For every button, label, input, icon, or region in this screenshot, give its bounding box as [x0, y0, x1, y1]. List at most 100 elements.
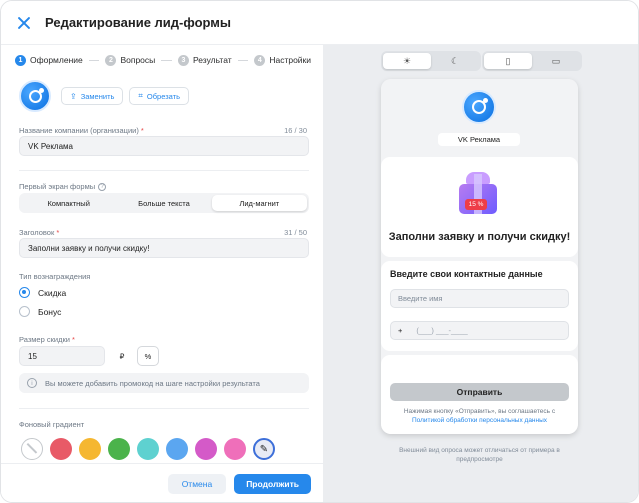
option-lead-magnet[interactable]: Лид-магнит [211, 195, 307, 211]
privacy-policy-link[interactable]: Политикой обработки персональных данных [412, 417, 547, 424]
divider [19, 408, 309, 409]
step-label: Вопросы [120, 55, 156, 65]
theme-toggle: ☀ ☾ [381, 51, 481, 71]
option-compact[interactable]: Компактный [21, 195, 116, 211]
discount-input[interactable]: 15 [19, 346, 105, 366]
swatch-purple[interactable] [195, 438, 217, 460]
consent-label: Нажимая кнопку «Отправить», вы соглашает… [403, 408, 556, 415]
preview-title: Заполни заявку и получи скидку! [388, 231, 571, 243]
currency-rub-option[interactable]: ₽ [111, 346, 133, 366]
gradient-swatches: ✎ [21, 438, 275, 460]
radio-bonus[interactable]: Бонус [19, 306, 61, 317]
promo-info-banner: i Вы можете добавить промокод на шаге на… [19, 373, 309, 393]
reward-type-label: Тип вознаграждения [19, 272, 91, 281]
discount-size-label: Размер скидки * [19, 335, 75, 344]
step-divider [161, 59, 172, 61]
company-name-label: Название компании (организации) * [19, 126, 144, 135]
label-text: Заголовок [19, 228, 55, 237]
sun-icon[interactable]: ☀ [383, 53, 431, 69]
company-name-input[interactable]: VK Реклама [19, 136, 309, 156]
step-design[interactable]: 1 Оформление [15, 54, 83, 66]
form-preview: VK Реклама 15 % Заполни заявку и получи … [381, 79, 578, 434]
step-label: Настройки [269, 55, 312, 65]
label-text: Первый экран формы [19, 182, 96, 191]
replace-logo-button[interactable]: ⇪ Заменить [61, 87, 124, 105]
preview-submit-card: Отправить Нажимая кнопку «Отправить», вы… [381, 355, 578, 434]
send-button[interactable]: Отправить [390, 383, 569, 401]
device-toggle: ▯ ▭ [482, 51, 582, 71]
info-icon: i [27, 378, 37, 388]
divider [19, 170, 309, 171]
company-name-counter: 16 / 30 [284, 126, 307, 135]
step-number: 2 [105, 54, 117, 66]
company-logo [19, 80, 51, 112]
crop-icon: ⌗ [138, 91, 143, 100]
eyedropper-icon[interactable]: ✎ [253, 438, 275, 460]
phone-prefix: + [398, 326, 403, 335]
crop-logo-button[interactable]: ⌗ Обрезать [129, 87, 190, 105]
step-result[interactable]: 3 Результат [177, 54, 232, 66]
gift-badge: 15 % [465, 199, 487, 210]
preview-company-name: VK Реклама [438, 133, 520, 146]
swatch-blue[interactable] [166, 438, 188, 460]
swatch-yellow[interactable] [79, 438, 101, 460]
phone-icon[interactable]: ▯ [484, 53, 532, 69]
moon-icon[interactable]: ☾ [431, 53, 479, 69]
required-mark: * [140, 126, 144, 135]
preview-magnet-card: 15 % Заполни заявку и получи скидку! [381, 157, 578, 257]
preview-note: Внешний вид опроса может отличаться от п… [399, 447, 560, 463]
replace-label: Заменить [80, 91, 115, 101]
heading-counter: 31 / 50 [284, 228, 307, 237]
step-number: 3 [177, 54, 189, 66]
preview-contacts-card: Введите свои контактные данные Введите и… [381, 261, 578, 351]
heading-label: Заголовок * [19, 228, 59, 237]
stepper: 1 Оформление 2 Вопросы 3 Результат 4 Нас… [1, 46, 323, 74]
gift-icon: 15 % [457, 172, 499, 214]
no-color-icon[interactable] [21, 438, 43, 460]
step-divider [88, 59, 100, 61]
label-text: Размер скидки [19, 335, 70, 344]
required-mark: * [56, 228, 60, 237]
required-mark: * [72, 335, 75, 344]
crop-label: Обрезать [146, 91, 181, 101]
name-input[interactable]: Введите имя [390, 289, 569, 308]
step-questions[interactable]: 2 Вопросы [105, 54, 156, 66]
continue-button[interactable]: Продолжить [234, 474, 311, 494]
radio-label: Бонус [38, 306, 62, 317]
lead-form-editor-window: Редактирование лид-формы 1 Оформление 2 … [0, 0, 639, 503]
step-settings[interactable]: 4 Настройки [254, 54, 312, 66]
heading-input[interactable]: Заполни заявку и получи скидку! [19, 238, 309, 258]
radio-circle [19, 287, 30, 298]
preview-logo [462, 90, 496, 124]
step-label: Результат [192, 55, 232, 65]
currency-percent-option[interactable]: % [137, 346, 159, 366]
desktop-icon[interactable]: ▭ [532, 53, 580, 69]
page-title: Редактирование лид-формы [45, 15, 232, 30]
contacts-title: Введите свои контактные данные [390, 269, 543, 279]
radio-circle [19, 306, 30, 317]
cancel-button[interactable]: Отмена [167, 474, 227, 494]
option-more-text[interactable]: Больше текста [116, 195, 211, 211]
step-label: Оформление [30, 55, 83, 65]
info-text: Вы можете добавить промокод на шаге наст… [45, 378, 260, 388]
consent-text: Нажимая кнопку «Отправить», вы соглашает… [385, 407, 574, 425]
close-icon[interactable] [17, 16, 31, 30]
help-icon[interactable]: ? [98, 182, 107, 191]
first-screen-selector: Компактный Больше текста Лид-магнит [19, 193, 309, 213]
radio-discount[interactable]: Скидка [19, 287, 66, 298]
step-divider [237, 59, 249, 61]
first-screen-label: Первый экран формы ? [19, 182, 107, 191]
phone-mask: (___) ___-____ [416, 326, 468, 335]
swatch-green[interactable] [108, 438, 130, 460]
preview-top: VK Реклама [381, 79, 578, 159]
header: Редактирование лид-формы [1, 1, 638, 45]
step-number: 4 [254, 54, 266, 66]
radio-label: Скидка [38, 287, 67, 298]
phone-input[interactable]: + (___) ___-____ [390, 321, 569, 340]
upload-icon: ⇪ [70, 91, 77, 101]
preview-panel: ☀ ☾ ▯ ▭ VK Реклама 15 % Заполни заявку и… [323, 45, 638, 502]
gradient-label: Фоновый градиент [19, 420, 85, 429]
swatch-red[interactable] [50, 438, 72, 460]
swatch-pink[interactable] [224, 438, 246, 460]
swatch-teal[interactable] [137, 438, 159, 460]
